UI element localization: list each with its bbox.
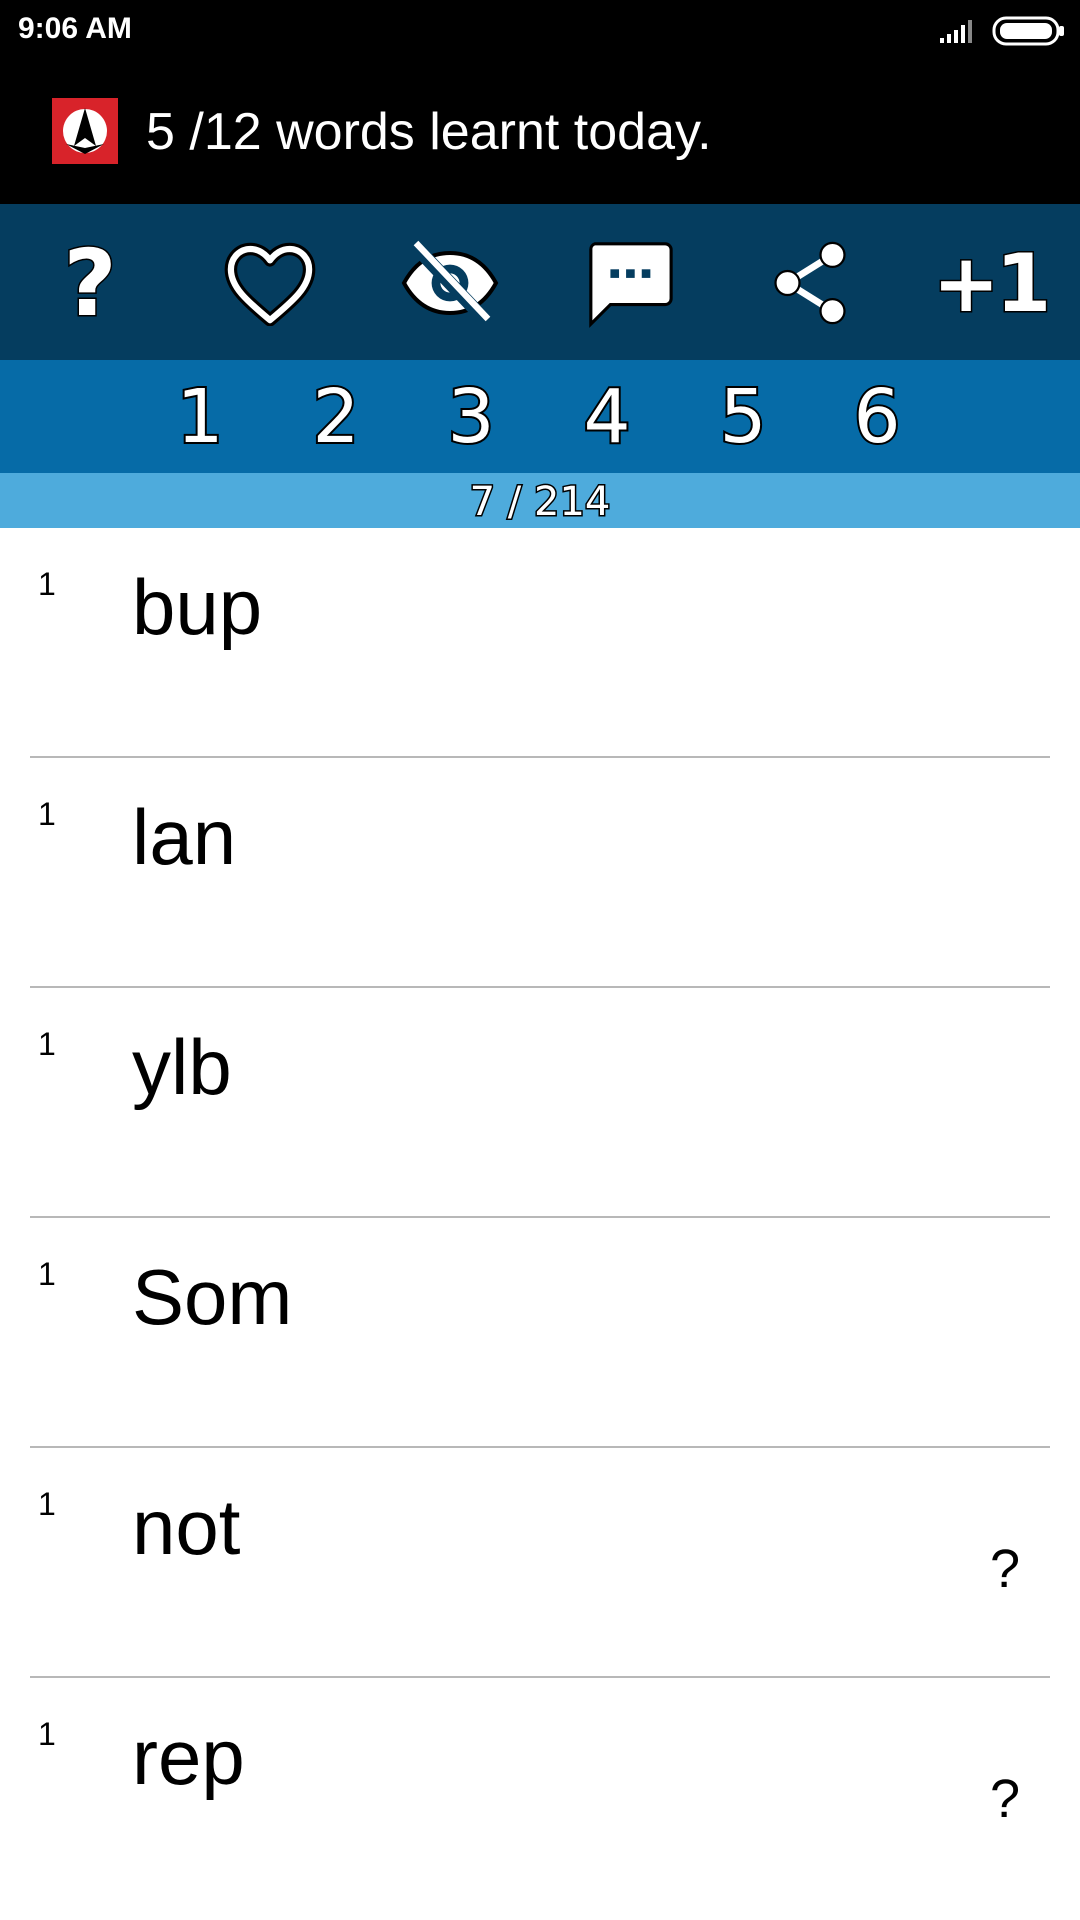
comment-button[interactable] [570,228,690,338]
heart-icon [224,242,316,326]
word-hint-button[interactable]: ? [990,1768,1020,1830]
level-1-button[interactable]: 1 [160,372,240,462]
word-text: ylb [132,1023,232,1111]
progress-counter: 7 / 214 [468,478,612,527]
help-label: ? [62,228,118,338]
hide-button[interactable] [390,228,510,338]
share-icon [774,241,846,325]
word-list: 1 bup 1 lan 1 ylb 1 Som 1 not ? 1 rep ? [0,528,1080,1920]
word-count: 1 [38,1716,56,1752]
help-button[interactable]: ? [30,228,150,338]
level-2-button[interactable]: 2 [296,372,376,462]
comment-icon [589,242,673,328]
signal-icon [940,20,972,43]
word-text: not [132,1483,241,1571]
level-3-button[interactable]: 3 [431,372,511,462]
progress-bar: 7 / 214 [0,473,1080,528]
word-row[interactable]: 1 Som [30,1218,1050,1448]
word-count: 1 [38,796,56,832]
status-bar: 9:06 AM [0,0,1080,60]
word-count: 1 [38,1486,56,1522]
word-count: 1 [38,1026,56,1062]
toolbar: ? +1 [0,204,1080,360]
eye-off-icon [401,240,499,326]
word-text: rep [132,1713,245,1801]
status-time: 9:06 AM [18,12,132,45]
app-logo-icon[interactable] [52,98,118,164]
word-count: 1 [38,1256,56,1292]
level-4-button[interactable]: 4 [567,372,647,462]
word-row[interactable]: 1 ylb [30,988,1050,1218]
word-hint-button[interactable]: ? [990,1538,1020,1600]
level-5-button[interactable]: 5 [703,372,783,462]
plus-one-button[interactable]: +1 [925,228,1055,338]
battery-icon [992,16,1064,46]
share-button[interactable] [750,228,870,338]
plus-one-label: +1 [931,235,1053,331]
word-text: lan [132,793,237,881]
word-row[interactable]: 1 rep ? [30,1678,1050,1908]
favorite-button[interactable] [210,228,330,338]
app-title: 5 /12 words learnt today. [146,103,712,161]
word-row[interactable]: 1 not ? [30,1448,1050,1678]
app-bar: 5 /12 words learnt today. [0,60,1080,204]
word-row[interactable]: 1 lan [30,758,1050,988]
word-row[interactable]: 1 bup [30,528,1050,758]
word-count: 1 [38,566,56,602]
word-text: bup [132,563,263,651]
level-6-button[interactable]: 6 [837,372,917,462]
level-selector: 1 2 3 4 5 6 [0,360,1080,473]
word-text: Som [132,1253,293,1341]
